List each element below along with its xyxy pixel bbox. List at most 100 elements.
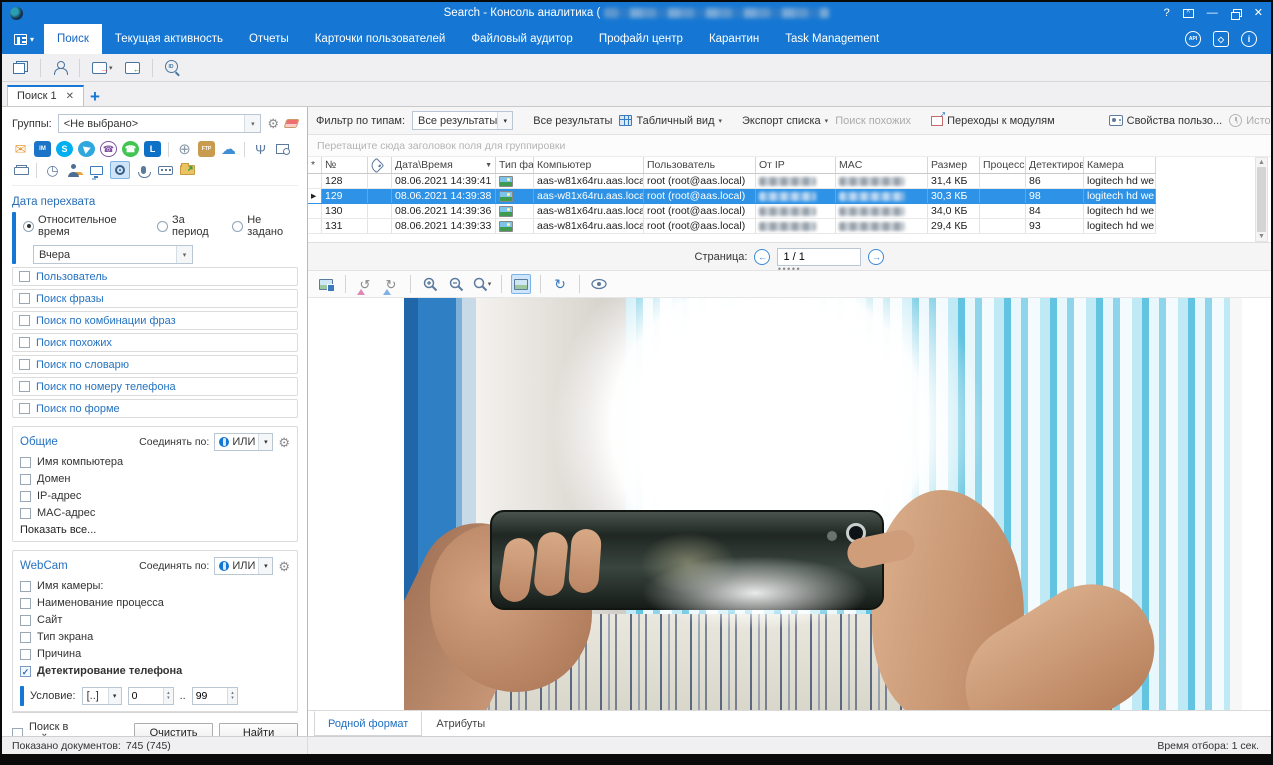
checkbox-ip-address[interactable]: IP-адрес: [20, 490, 290, 502]
checkbox-site[interactable]: Сайт: [20, 614, 290, 626]
checkbox[interactable]: [19, 293, 30, 304]
close-button[interactable]: ✕: [1254, 8, 1263, 19]
zoom-menu-button[interactable]: ▾: [472, 274, 492, 294]
menu-tab-current-activity[interactable]: Текущая активность: [102, 24, 236, 54]
condition-from-input[interactable]: [129, 688, 164, 704]
checkbox-phone-detection[interactable]: ✓Детектирование телефона: [20, 665, 290, 677]
menu-tab-profile-center[interactable]: Профайл центр: [586, 24, 696, 54]
table-view-button[interactable]: Табличный вид▾: [619, 115, 722, 127]
date-preset-dropdown[interactable]: Вчера ▾: [33, 245, 193, 264]
checkbox-process-name[interactable]: Наименование процесса: [20, 597, 290, 609]
help-button[interactable]: ?: [1164, 8, 1170, 19]
folder-export-channel-icon[interactable]: [179, 162, 196, 178]
column-tag[interactable]: [368, 157, 392, 173]
microphone-icon[interactable]: [135, 162, 152, 178]
tab-attributes[interactable]: Атрибуты: [422, 711, 499, 736]
column-marker[interactable]: *: [308, 157, 322, 173]
checkbox[interactable]: [20, 491, 31, 502]
table-row[interactable]: 130 08.06.2021 14:39:36 aas-w81x64ru.aas…: [308, 204, 1156, 219]
scroll-up-icon[interactable]: ▲: [1258, 159, 1265, 166]
checkbox[interactable]: [19, 403, 30, 414]
panel-phrase-combination[interactable]: Поиск по комбинации фраз: [12, 311, 298, 330]
user-properties-button[interactable]: Свойства пользо...: [1109, 115, 1223, 127]
webcam-snapshot[interactable]: mi: [404, 298, 1242, 710]
column-from-ip[interactable]: От IP: [756, 157, 836, 173]
prev-page-button[interactable]: ←: [754, 249, 770, 265]
zoom-in-button[interactable]: [420, 274, 440, 294]
restore-button[interactable]: [1231, 9, 1241, 18]
radio-relative-time[interactable]: Относительное время: [23, 214, 147, 238]
checkbox[interactable]: [20, 632, 31, 643]
search-by-id-button[interactable]: [162, 58, 183, 77]
api-icon[interactable]: API: [1185, 31, 1201, 47]
tab-search-1[interactable]: Поиск 1 ✕: [7, 85, 84, 106]
scroll-thumb[interactable]: [1257, 167, 1266, 232]
panel-user[interactable]: Пользователь: [12, 267, 298, 286]
column-computer[interactable]: Компьютер: [534, 157, 644, 173]
mail-icon[interactable]: ✉: [12, 141, 29, 157]
column-filetype[interactable]: Тип фа: [496, 157, 534, 173]
groups-settings-gear-icon[interactable]: ⚙: [267, 117, 279, 130]
fit-to-window-button[interactable]: [511, 274, 531, 294]
checkbox[interactable]: [20, 615, 31, 626]
scroll-down-icon[interactable]: ▼: [1258, 233, 1265, 240]
checkbox[interactable]: [19, 271, 30, 282]
checkbox-screen-type[interactable]: Тип экрана: [20, 631, 290, 643]
checkbox-domain[interactable]: Домен: [20, 473, 290, 485]
cascade-windows-button[interactable]: [10, 59, 31, 76]
column-datetime[interactable]: Дата\Время▼: [392, 157, 496, 173]
device-search-icon[interactable]: [274, 141, 291, 157]
app-menu-button[interactable]: ▾: [2, 24, 44, 54]
checkbox[interactable]: [19, 315, 30, 326]
checkbox[interactable]: [20, 649, 31, 660]
user-search-button[interactable]: [50, 59, 70, 77]
checkbox[interactable]: [19, 381, 30, 392]
skype-icon[interactable]: S: [56, 141, 73, 157]
filter-type-dropdown[interactable]: Все результаты ▾: [412, 111, 513, 130]
import-query-button[interactable]: ←: [122, 60, 143, 76]
column-camera[interactable]: Камера: [1084, 157, 1156, 173]
menu-tab-search[interactable]: Поиск: [44, 24, 102, 54]
save-image-button[interactable]: [316, 274, 336, 294]
refresh-button[interactable]: ↻: [550, 274, 570, 294]
checkbox-camera-name[interactable]: Имя камеры:: [20, 580, 290, 592]
rotate-right-button[interactable]: ↻: [381, 274, 401, 294]
menu-tab-user-cards[interactable]: Карточки пользователей: [302, 24, 459, 54]
all-results-button[interactable]: Все результаты: [533, 115, 612, 127]
column-num[interactable]: №: [322, 157, 368, 173]
condition-from-spinner[interactable]: ▴▾: [128, 687, 174, 705]
webcam-settings-gear-icon[interactable]: ⚙: [278, 560, 290, 573]
column-size[interactable]: Размер: [928, 157, 980, 173]
condition-to-input[interactable]: [193, 688, 228, 704]
zoom-out-button[interactable]: [446, 274, 466, 294]
telegram-icon[interactable]: [78, 141, 95, 157]
export-query-button[interactable]: → ▾: [89, 60, 116, 76]
clear-groups-eraser-icon[interactable]: [284, 119, 300, 128]
rotate-left-button[interactable]: ↺: [355, 274, 375, 294]
keyboard-icon[interactable]: [157, 162, 174, 178]
column-process[interactable]: Процесс: [980, 157, 1026, 173]
usb-device-icon[interactable]: Ψ: [252, 141, 269, 157]
next-page-button[interactable]: →: [868, 249, 884, 265]
page-input[interactable]: [777, 248, 861, 266]
column-detect[interactable]: Детектирова: [1026, 157, 1084, 173]
table-row[interactable]: 131 08.06.2021 14:39:33 aas-w81x64ru.aas…: [308, 219, 1156, 234]
group-by-hint[interactable]: Перетащите сюда заголовок поля для групп…: [308, 135, 1271, 157]
checkbox[interactable]: [20, 508, 31, 519]
lync-icon[interactable]: L: [144, 141, 161, 157]
cloud-icon[interactable]: ☁: [220, 141, 237, 157]
webcam-join-dropdown[interactable]: ИЛИ ▾: [214, 557, 273, 575]
checkbox[interactable]: [19, 359, 30, 370]
checkbox[interactable]: [20, 581, 31, 592]
close-tab-icon[interactable]: ✕: [66, 91, 74, 102]
ftp-icon[interactable]: FTP: [198, 141, 215, 157]
clock-icon[interactable]: ◷: [44, 162, 61, 178]
minimize-button[interactable]: —: [1207, 8, 1218, 19]
table-row[interactable]: 128 08.06.2021 14:39:41 aas-w81x64ru.aas…: [308, 174, 1156, 189]
pin-window-button[interactable]: ^: [1183, 9, 1194, 18]
tab-native-format[interactable]: Родной формат: [314, 711, 422, 736]
user-activity-icon[interactable]: [66, 162, 83, 178]
column-mac[interactable]: MAC: [836, 157, 928, 173]
radio-period[interactable]: За период: [157, 214, 222, 238]
common-join-dropdown[interactable]: ИЛИ ▾: [214, 433, 273, 451]
